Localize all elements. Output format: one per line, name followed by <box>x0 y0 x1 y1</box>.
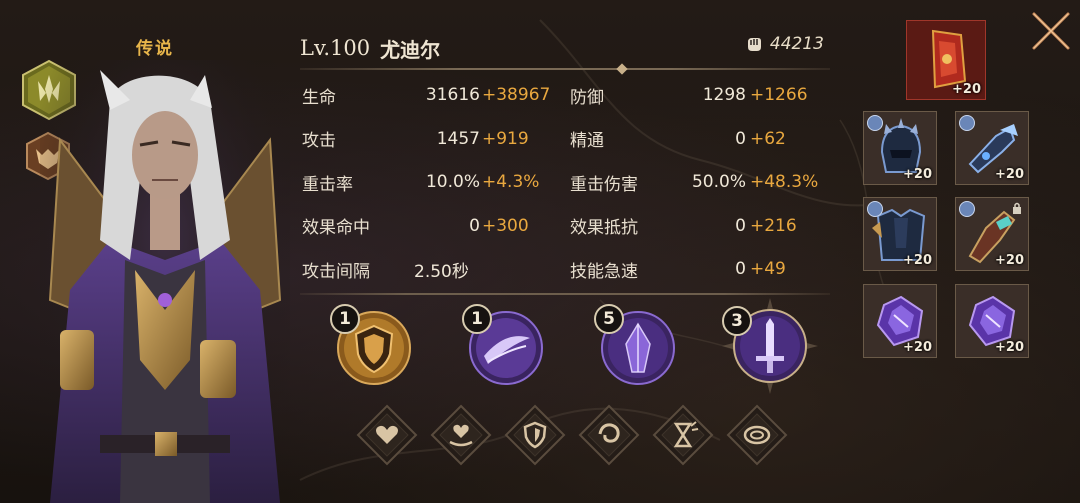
equipped-mark-icon <box>867 201 883 217</box>
skill-slot-1[interactable]: 1 <box>330 304 412 386</box>
stat-mastery: 精通 0 +62 <box>570 128 786 152</box>
stats-table: 生命 31616 +38967 防御 1298 +1266 攻击 1457 +9… <box>300 78 830 296</box>
header-divider <box>300 68 830 70</box>
vortex-icon <box>726 404 788 466</box>
skill-level-badge: 1 <box>330 304 360 334</box>
equipped-mark-icon <box>867 115 883 131</box>
enhance-level: +20 <box>952 82 981 97</box>
lock-icon <box>1013 202 1021 214</box>
stat-effect-hit: 效果命中 0 +300 <box>302 215 529 239</box>
hero-header: Lv.100 尤迪尔 44213 <box>300 32 830 64</box>
talent-slot-6[interactable] <box>726 404 788 466</box>
talent-slot-5[interactable] <box>652 404 714 466</box>
skill-slot-3[interactable]: 5 <box>594 304 676 386</box>
hero-level: Lv.100 <box>300 36 371 60</box>
swirl-icon <box>578 404 640 466</box>
stat-skill-haste: 技能急速 0 +49 <box>570 259 786 282</box>
hero-name: 尤迪尔 <box>380 37 441 62</box>
equip-gem-1[interactable]: +20 <box>863 284 937 358</box>
talent-slot-4[interactable] <box>578 404 640 466</box>
enhance-level: +20 <box>903 167 932 182</box>
equip-gem-2[interactable]: +20 <box>955 284 1029 358</box>
stat-row: 攻击间隔 2.50秒 技能急速 0 +49 <box>300 252 830 296</box>
enhance-level: +20 <box>903 340 932 355</box>
equipped-mark-icon <box>959 115 975 131</box>
skill-level-badge: 3 <box>722 306 752 336</box>
enhance-level: +20 <box>995 340 1024 355</box>
stat-effect-resist: 效果抵抗 0 +216 <box>570 215 797 239</box>
skill-slot-2[interactable]: 1 <box>462 304 544 386</box>
heart-hand-icon <box>430 404 492 466</box>
stat-attack-interval: 攻击间隔 2.50秒 <box>302 261 469 282</box>
stat-row: 攻击 1457 +919 精通 0 +62 <box>300 122 830 166</box>
close-button[interactable] <box>1030 10 1072 52</box>
talent-slot-3[interactable] <box>504 404 566 466</box>
hero-portrait <box>40 60 290 503</box>
equip-artifact[interactable]: +20 <box>906 20 986 100</box>
enhance-level: +20 <box>995 253 1024 268</box>
stat-hp: 生命 31616 +38967 <box>302 85 551 108</box>
skill-slot-ultimate[interactable]: 3 <box>720 296 820 396</box>
equip-gloves[interactable]: +20 <box>955 197 1029 271</box>
close-icon <box>1032 12 1070 50</box>
equip-weapon[interactable]: +20 <box>955 111 1029 185</box>
enhance-level: +20 <box>995 167 1024 182</box>
stat-row: 生命 31616 +38967 防御 1298 +1266 <box>300 78 830 122</box>
equipped-mark-icon <box>959 201 975 217</box>
rarity-label: 传说 <box>136 39 174 59</box>
stat-crit-rate: 重击率 10.0% +4.3% <box>302 172 540 195</box>
stat-crit-damage: 重击伤害 50.0% +48.3% <box>570 172 819 195</box>
shield-icon <box>504 404 566 466</box>
skill-level-badge: 1 <box>462 304 492 334</box>
combat-power: 44213 <box>744 34 824 54</box>
stat-row: 重击率 10.0% +4.3% 重击伤害 50.0% +48.3% <box>300 165 830 209</box>
hero-detail-panel: 传说 Lv.100 尤迪尔 44213 生命 31616 +38967 防御 1… <box>0 0 1080 503</box>
skill-level-badge: 5 <box>594 304 624 334</box>
fist-power-icon <box>747 38 761 51</box>
talent-slot-1[interactable] <box>356 404 418 466</box>
hourglass-icon <box>652 404 714 466</box>
equip-helmet[interactable]: +20 <box>863 111 937 185</box>
stat-row: 效果命中 0 +300 效果抵抗 0 +216 <box>300 209 830 253</box>
stat-defense: 防御 1298 +1266 <box>570 85 808 108</box>
equip-armor[interactable]: +20 <box>863 197 937 271</box>
stat-attack: 攻击 1457 +919 <box>302 128 529 152</box>
stats-divider <box>300 293 830 295</box>
heart-icon <box>356 404 418 466</box>
enhance-level: +20 <box>903 253 932 268</box>
combat-power-value: 44213 <box>769 34 824 54</box>
talent-slot-2[interactable] <box>430 404 492 466</box>
